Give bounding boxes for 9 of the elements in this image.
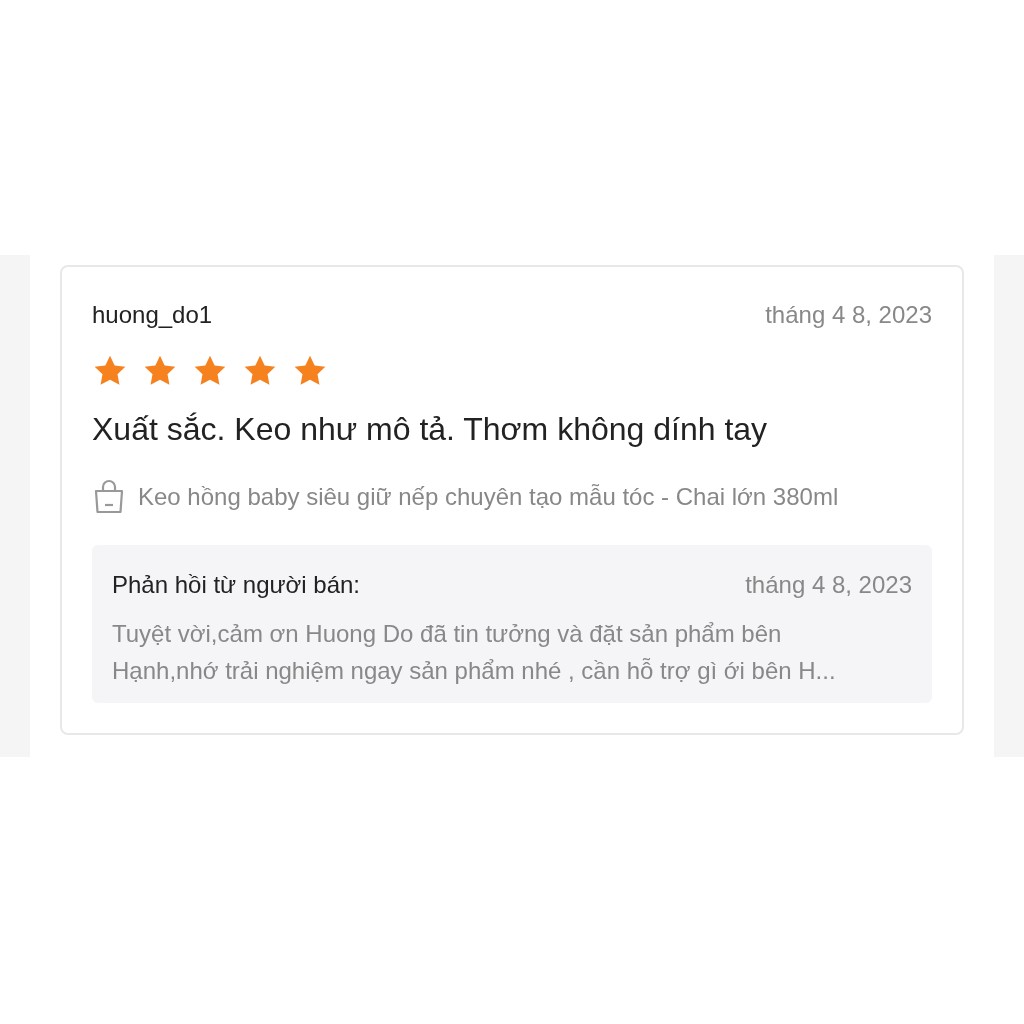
review-date: tháng 4 8, 2023 bbox=[765, 300, 932, 330]
seller-reply-text: Tuyệt vời,cảm ơn Huong Do đã tin tưởng và đặt sản phẩm bên bbox=[112, 619, 783, 648]
product-name: Keo hồng baby siêu giữ nếp chuyên tạo mẫu tóc - Chai lớn 380ml bbox=[138, 482, 839, 512]
review-title: Xuất sắc. Keo như mô tả. Thơm không dính tay bbox=[92, 410, 769, 449]
reply-date: tháng 4 8, 2023 bbox=[745, 570, 912, 600]
shopping-bag-icon bbox=[92, 479, 126, 515]
username: huong_do1 bbox=[92, 300, 213, 330]
seller-reply-label: Phản hồi từ người bán: bbox=[112, 570, 361, 600]
seller-reply-text: Hạnh,nhớ trải nghiệm ngay sản phẩm nhé , cần hỗ trợ gì ới bên H... bbox=[112, 656, 837, 685]
